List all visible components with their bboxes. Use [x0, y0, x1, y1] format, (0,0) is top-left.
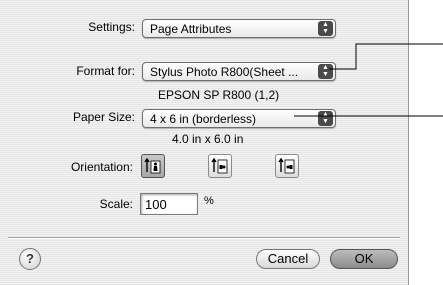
callout-line-format — [329, 43, 443, 70]
callout-lines — [294, 43, 443, 117]
